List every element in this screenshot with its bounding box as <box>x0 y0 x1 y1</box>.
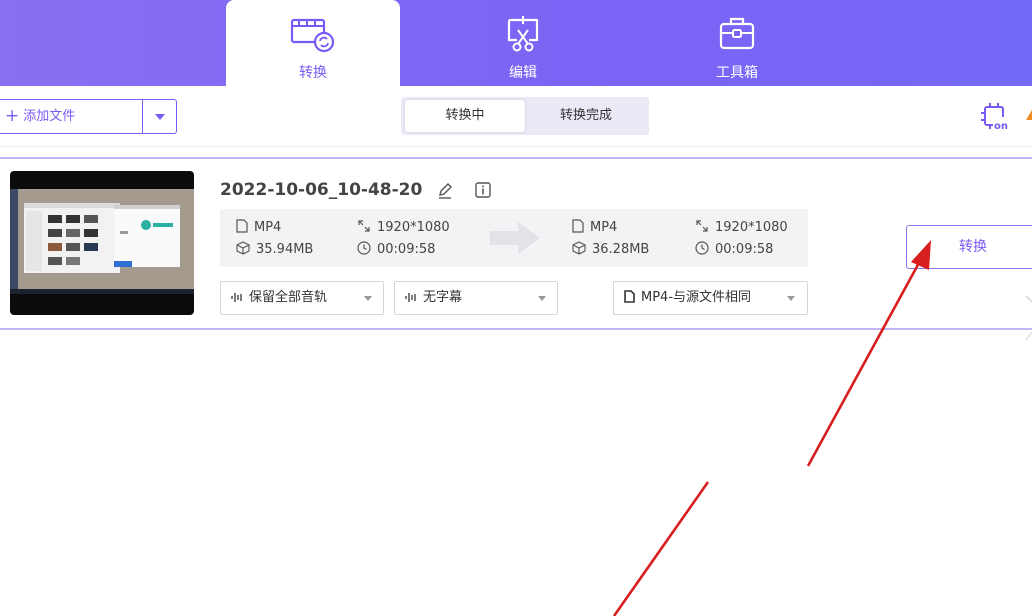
target-resolution: 1920*1080 <box>695 219 788 235</box>
scissors-edit-icon <box>507 16 539 52</box>
clock-icon <box>357 241 371 255</box>
toolbar-divider <box>0 146 1032 147</box>
video-thumbnail[interactable] <box>10 171 194 315</box>
chevron-down-icon <box>155 114 165 120</box>
top-nav: 转换 编辑 工具箱 <box>0 0 1032 86</box>
source-size: 35.94MB <box>236 241 313 257</box>
target-duration: 00:09:58 <box>695 241 773 257</box>
resolution-icon <box>358 220 370 232</box>
target-size: 36.28MB <box>572 241 649 257</box>
tab-convert[interactable]: 转换 <box>226 0 400 86</box>
output-format-select[interactable]: MP4-与源文件相同 <box>613 281 808 315</box>
gpu-acceleration-on-icon[interactable]: on <box>979 102 1011 132</box>
audio-track-value: 保留全部音轨 <box>249 290 328 305</box>
expand-chevron-icon[interactable] <box>1022 288 1032 348</box>
target-format: MP4 <box>572 219 617 235</box>
toolbox-icon <box>719 17 755 50</box>
source-duration-value: 00:09:58 <box>377 242 436 257</box>
source-resolution: 1920*1080 <box>357 219 450 235</box>
file-icon <box>572 219 584 233</box>
clock-icon <box>695 241 709 255</box>
target-duration-value: 00:09:58 <box>715 242 774 257</box>
add-file-label: 添加文件 <box>23 109 76 124</box>
file-icon <box>236 219 248 233</box>
app-window: 转换 编辑 工具箱 + 添加文件 转换中 转换完成 on 2022-10-06_… <box>0 0 1032 616</box>
resolution-icon <box>696 220 708 232</box>
tab-toolbox-label: 工具箱 <box>716 65 758 81</box>
cube-size-icon <box>572 241 586 255</box>
chevron-down-icon <box>538 296 546 301</box>
notification-flag-icon[interactable] <box>1026 110 1032 120</box>
audio-track-select[interactable]: 保留全部音轨 <box>220 281 384 315</box>
video-convert-icon <box>290 18 335 53</box>
tab-converted[interactable]: 转换完成 <box>527 100 645 132</box>
convert-button[interactable]: 转换 <box>906 225 1032 269</box>
audio-wave-icon <box>231 293 242 302</box>
chevron-down-icon <box>364 296 372 301</box>
target-size-value: 36.28MB <box>592 242 650 257</box>
plus-icon: + <box>5 106 20 126</box>
source-format-value: MP4 <box>254 220 282 235</box>
convert-direction-arrow-icon <box>490 222 540 254</box>
source-size-value: 35.94MB <box>256 242 314 257</box>
file-info-icon[interactable] <box>475 182 491 198</box>
subtitle-value: 无字幕 <box>423 290 463 305</box>
tab-edit-label: 编辑 <box>509 65 537 81</box>
cube-size-icon <box>236 241 250 255</box>
source-duration: 00:09:58 <box>357 241 435 257</box>
add-file-button[interactable]: + 添加文件 <box>0 100 142 133</box>
file-format-icon <box>624 290 635 303</box>
target-resolution-value: 1920*1080 <box>715 220 788 235</box>
tab-converting[interactable]: 转换中 <box>405 100 525 132</box>
chevron-down-icon <box>787 296 795 301</box>
source-resolution-value: 1920*1080 <box>377 220 450 235</box>
add-file-control: + 添加文件 <box>0 99 177 134</box>
tab-edit[interactable]: 编辑 <box>436 0 610 86</box>
subtitle-select[interactable]: 无字幕 <box>394 281 558 315</box>
thumbnail-preview-image <box>10 189 194 294</box>
file-name: 2022-10-06_10-48-20 <box>220 180 423 200</box>
conversion-status-switch: 转换中 转换完成 <box>401 97 649 135</box>
source-format: MP4 <box>236 219 281 235</box>
svg-text:on: on <box>994 121 1008 132</box>
target-format-value: MP4 <box>590 220 618 235</box>
rename-pencil-icon[interactable] <box>437 181 453 199</box>
output-format-value: MP4-与源文件相同 <box>641 290 752 305</box>
tab-toolbox[interactable]: 工具箱 <box>650 0 824 86</box>
add-file-dropdown[interactable] <box>142 100 176 133</box>
tab-convert-label: 转换 <box>299 65 327 81</box>
audio-wave-icon <box>405 293 416 302</box>
